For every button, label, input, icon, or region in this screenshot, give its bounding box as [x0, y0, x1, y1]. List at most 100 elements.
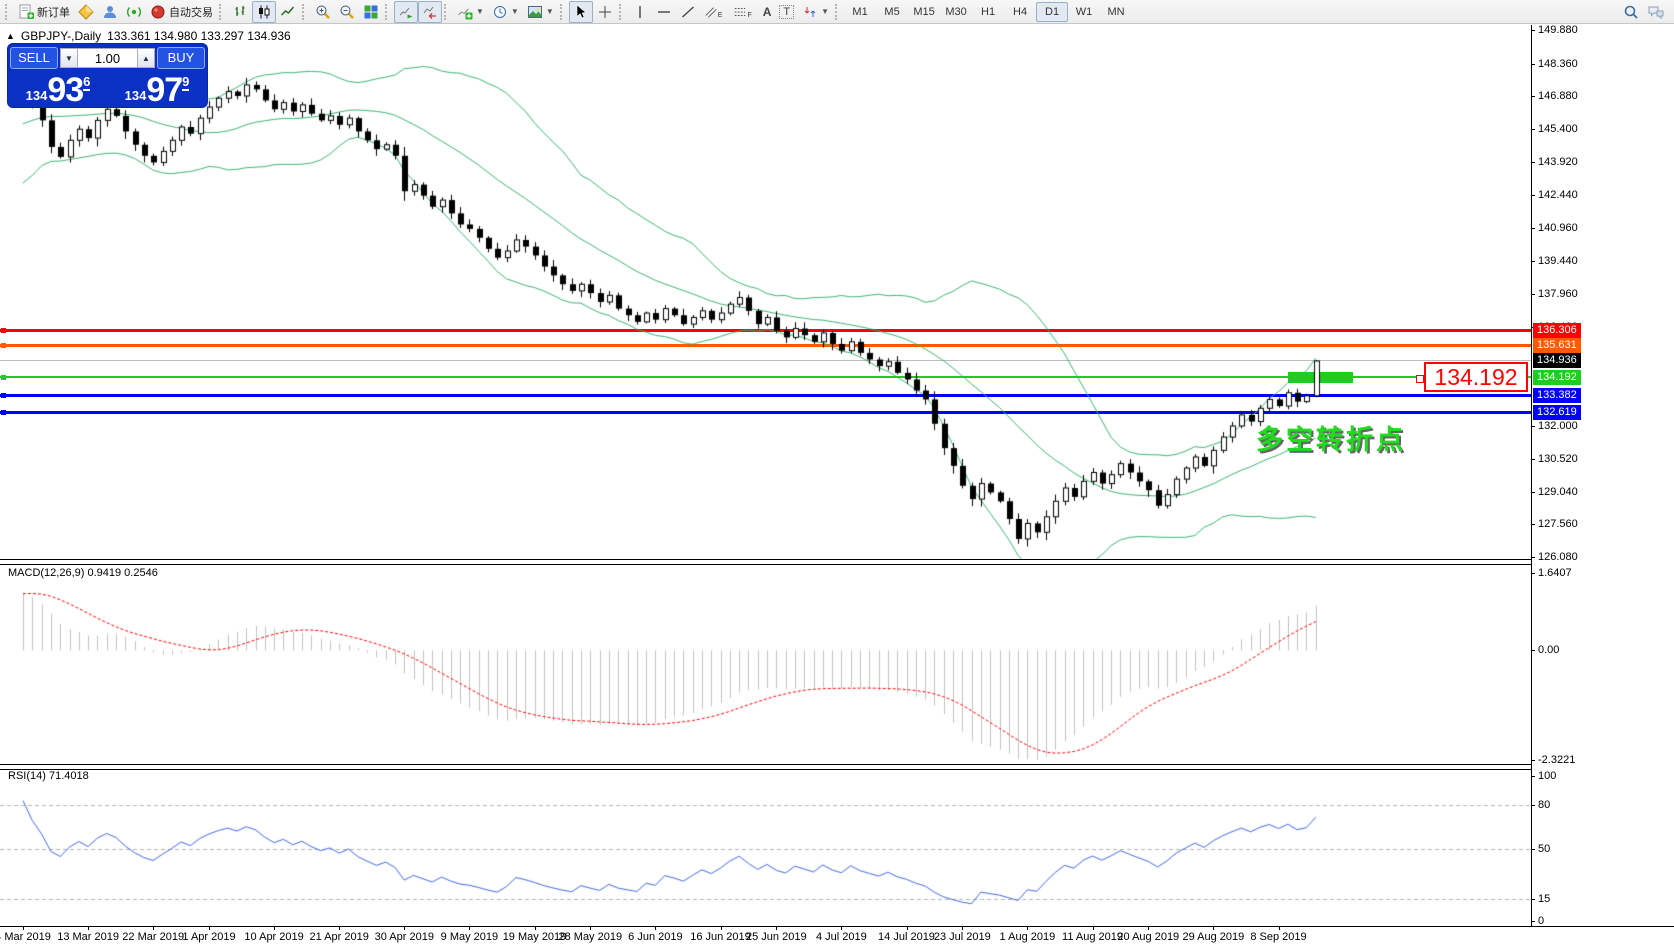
templates-button[interactable]: ▼	[523, 1, 558, 23]
vertical-line-button[interactable]	[628, 1, 652, 23]
autotrading-button[interactable]: 自动交易	[146, 1, 217, 23]
timeframe-button-m1[interactable]: M1	[844, 2, 876, 22]
toolbar-grip[interactable]	[219, 3, 224, 20]
zoom-out-button[interactable]	[335, 1, 359, 23]
buy-price-integer: 134	[124, 88, 147, 103]
bar-chart-button[interactable]	[228, 1, 252, 23]
chat-icon[interactable]	[1647, 4, 1665, 20]
line-chart-button[interactable]	[276, 1, 300, 23]
signals-icon	[127, 6, 141, 17]
price-callout[interactable]: 134.192	[1424, 362, 1528, 392]
price-axis-tick: 140.960	[1538, 221, 1578, 234]
toolbar-grip[interactable]	[559, 3, 565, 20]
date-axis-label: 8 Sep 2019	[1250, 931, 1307, 943]
fibonacci-button[interactable]: F	[729, 1, 758, 23]
text-tool-icon: A	[762, 4, 772, 19]
line-anchor[interactable]	[1, 343, 6, 349]
price-axis-tick: 132.000	[1538, 419, 1578, 432]
chart-shift-button[interactable]	[418, 0, 442, 23]
volume-input[interactable]: 1.00	[78, 48, 137, 68]
volume-down-button[interactable]: ▼	[60, 48, 78, 68]
rsi-name: RSI(14)	[8, 770, 46, 782]
timeframe-button-m30[interactable]: M30	[940, 2, 972, 22]
rsi-axis-tick: 15	[1538, 893, 1551, 906]
chevron-down-icon: ▼	[821, 7, 830, 16]
macd-axis-tick: -2.3221	[1538, 754, 1576, 766]
indicators-icon	[458, 8, 473, 19]
buy-button[interactable]: BUY	[157, 47, 205, 69]
search-icon[interactable]	[1623, 4, 1639, 20]
toolbar-grip[interactable]	[618, 3, 624, 20]
new-order-button[interactable]: 新订单	[14, 1, 74, 23]
crosshair-button[interactable]	[593, 1, 617, 23]
sell-price[interactable]: 134 93 6	[10, 71, 106, 107]
date-axis-tick-mark	[23, 927, 24, 930]
signals-button[interactable]	[122, 1, 146, 23]
tile-windows-button[interactable]	[359, 1, 383, 23]
timeframe-button-mn[interactable]: MN	[1100, 2, 1132, 22]
price-level-tag: 135.631	[1533, 338, 1581, 354]
volume-up-button[interactable]: ▲	[137, 48, 155, 68]
community-person-icon	[104, 5, 116, 18]
date-axis-border	[0, 926, 1674, 927]
toolbar-grip[interactable]	[385, 3, 390, 20]
sell-button[interactable]: SELL	[10, 47, 58, 69]
line-anchor[interactable]	[1, 409, 6, 415]
date-axis-tick-mark	[720, 927, 722, 930]
horizontal-line-button[interactable]	[652, 1, 676, 23]
zoom-in-button[interactable]	[311, 1, 335, 23]
timeframe-button-m5[interactable]: M5	[876, 2, 908, 22]
toolbar-grip[interactable]	[302, 3, 307, 20]
price-axis-tick: 127.560	[1538, 518, 1578, 531]
quotes-button[interactable]	[74, 1, 98, 23]
trendline-button[interactable]	[676, 1, 700, 23]
buy-price[interactable]: 134 97 9	[109, 71, 205, 107]
line-anchor[interactable]	[1, 374, 6, 380]
arrows-button[interactable]: ▼	[798, 1, 833, 23]
autotrading-label: 自动交易	[169, 6, 213, 19]
periods-button[interactable]: ▼	[488, 1, 523, 23]
toolbar-grip[interactable]	[835, 3, 840, 20]
collapse-arrow-icon[interactable]: ▲	[6, 31, 15, 41]
timeframe-button-h1[interactable]: H1	[972, 2, 1004, 22]
date-axis-tick-mark	[88, 927, 90, 930]
price-level-tag: 132.619	[1533, 404, 1581, 420]
text-label-button[interactable]: T	[775, 1, 798, 23]
pane-separator-rsi[interactable]	[0, 764, 1531, 770]
candlestick-button[interactable]	[252, 0, 276, 23]
cursor-button[interactable]	[568, 0, 593, 23]
text-button[interactable]: A	[759, 1, 776, 23]
timeframe-button-d1[interactable]: D1	[1036, 1, 1069, 22]
auto-scroll-button[interactable]	[394, 0, 418, 23]
rsi-axis-tick: 80	[1538, 799, 1551, 811]
bar-chart-icon	[235, 5, 245, 16]
quotes-diamond-icon	[78, 3, 94, 20]
community-button[interactable]	[98, 1, 122, 23]
price-axis-tick: 148.360	[1538, 57, 1578, 70]
timeframe-button-m15[interactable]: M15	[908, 2, 940, 22]
new-order-icon	[19, 4, 34, 19]
line-anchor[interactable]	[1, 328, 6, 334]
macd-axis-tick: 1.6407	[1538, 567, 1572, 579]
sell-price-point: 6	[83, 74, 91, 91]
date-axis-tick-mark	[209, 927, 210, 930]
line-anchor[interactable]	[1, 392, 6, 398]
timeframe-button-h4[interactable]: H4	[1004, 2, 1036, 22]
indicators-button[interactable]: ▼	[453, 1, 488, 23]
toolbar-grip[interactable]	[5, 3, 10, 20]
price-level-tag: 134.936	[1533, 353, 1581, 369]
rsi-axis-tick: 50	[1538, 842, 1551, 855]
date-axis-tick-mark	[274, 927, 276, 930]
price-axis-tick: 130.520	[1538, 452, 1578, 465]
timeframe-button-w1[interactable]: W1	[1068, 2, 1100, 22]
chart-canvas[interactable]	[0, 0, 1674, 947]
turning-point-annotation[interactable]: 多空转折点	[1256, 418, 1406, 457]
date-axis-tick-mark	[1027, 927, 1029, 930]
callout-anchor[interactable]	[1416, 375, 1424, 383]
sell-price-integer: 134	[25, 88, 48, 103]
channel-button[interactable]: E	[700, 1, 730, 23]
toolbar-grip[interactable]	[444, 3, 449, 20]
pane-separator-macd[interactable]	[0, 559, 1531, 565]
chevron-down-icon: ▼	[510, 7, 519, 16]
ohlc-values: 133.361 134.980 133.297 134.936	[107, 29, 291, 43]
